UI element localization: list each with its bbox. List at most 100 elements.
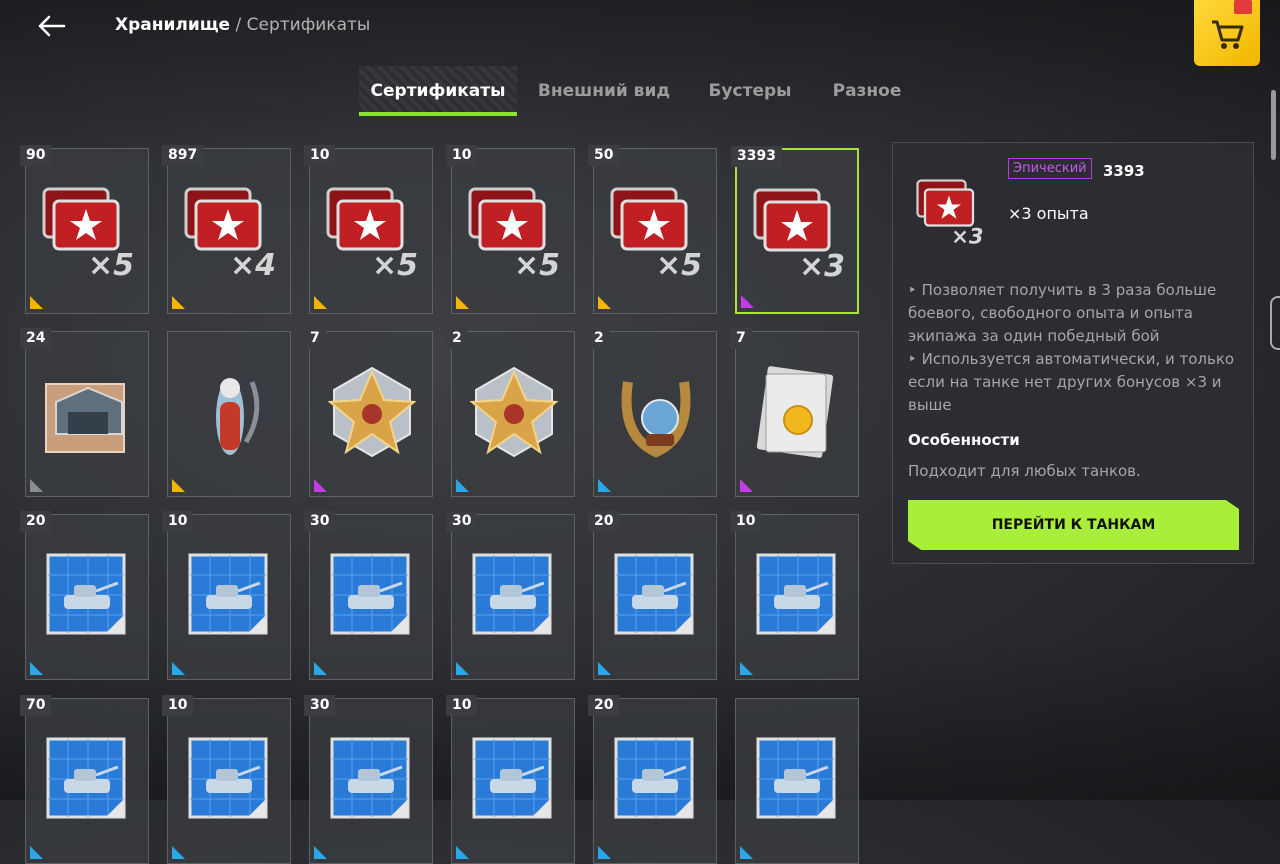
item-card[interactable]: 90 ×5 [20, 145, 149, 314]
item-card[interactable]: 7 [730, 328, 859, 497]
item-count: 30 [304, 695, 336, 716]
rarity-corner [172, 479, 185, 492]
item-card[interactable]: 10 [446, 695, 575, 864]
go-to-tanks-button[interactable]: ПЕРЕЙТИ К ТАНКАМ [908, 500, 1239, 550]
item-card[interactable]: 30 [304, 695, 433, 864]
rarity-corner [598, 662, 611, 675]
rarity-corner [598, 846, 611, 859]
item-count: 2 [446, 328, 468, 349]
tank-blueprint-icon [614, 737, 694, 819]
multiplier-label: ×5 [514, 248, 560, 279]
tank-blueprint-icon [188, 553, 268, 635]
item-count: 7 [304, 328, 326, 349]
item-card[interactable]: 7 [304, 328, 433, 497]
description-line-1: ‣ Позволяет получить в 3 раза больше бое… [908, 281, 1217, 345]
rarity-corner [741, 295, 754, 308]
breadcrumb: Хранилище / Сертификаты [115, 15, 370, 35]
item-card[interactable] [167, 331, 291, 497]
item-card[interactable]: 50 ×5 [588, 145, 717, 314]
multiplier-label: ×5 [88, 248, 134, 279]
rarity-corner [740, 846, 753, 859]
item-card[interactable]: 20 [20, 511, 149, 680]
tab-boosters[interactable]: Бустеры [695, 66, 805, 116]
item-count: 897 [162, 145, 204, 166]
rarity-corner [314, 296, 327, 309]
back-button[interactable] [30, 10, 70, 42]
shop-button[interactable] [1194, 0, 1260, 66]
features-heading: Особенности [908, 431, 1020, 449]
rarity-corner [598, 296, 611, 309]
garage-slot-icon [45, 383, 125, 453]
item-description: ‣ Позволяет получить в 3 раза больше бое… [908, 279, 1248, 417]
xp-cards-icon: ×4 [184, 187, 276, 279]
xp-cards-icon: ×5 [610, 187, 702, 279]
item-title: ×3 опыта [1008, 204, 1089, 223]
item-card[interactable]: 70 [20, 695, 149, 864]
tank-blueprint-icon [46, 737, 126, 819]
item-count: 7 [730, 328, 752, 349]
item-card[interactable]: 30 [446, 511, 575, 680]
rarity-corner [30, 662, 43, 675]
tab-misc[interactable]: Разное [822, 66, 912, 116]
tank-blueprint-icon [330, 553, 410, 635]
item-count: 30 [304, 511, 336, 532]
tank-blueprint-icon [756, 737, 836, 819]
scrollbar[interactable] [1271, 90, 1276, 160]
item-card[interactable] [735, 698, 859, 864]
item-count: 10 [162, 511, 194, 532]
item-count: 90 [20, 145, 52, 166]
item-count: 70 [20, 695, 52, 716]
santa-figure-icon [216, 378, 260, 455]
item-count: 10 [446, 145, 478, 166]
item-card[interactable]: 20 [588, 695, 717, 864]
xp-cards-icon: ×5 [468, 187, 560, 279]
breadcrumb-sub: Сертификаты [246, 15, 371, 35]
item-count: 10 [446, 695, 478, 716]
gold-star-medal-icon [327, 366, 417, 458]
tank-blueprint-icon [756, 553, 836, 635]
rarity-corner [314, 662, 327, 675]
rarity-corner [456, 479, 469, 492]
multiplier-label: ×5 [372, 248, 418, 279]
gold-star-medal-icon [469, 366, 559, 458]
multiplier-label: ×3 [799, 249, 845, 280]
item-card[interactable]: 10 [730, 511, 859, 680]
rarity-corner [740, 662, 753, 675]
xp-cards-icon: ×3 [916, 179, 984, 249]
detail-icon-multiplier: ×3 [951, 225, 983, 249]
item-card[interactable]: 24 [20, 328, 149, 497]
item-count: 10 [730, 511, 762, 532]
tank-blueprint-icon [330, 737, 410, 819]
item-card[interactable]: 2 [588, 328, 717, 497]
item-card[interactable]: 3393 ×3 [731, 146, 859, 314]
rarity-corner [314, 479, 327, 492]
item-card[interactable]: 2 [446, 328, 575, 497]
rarity-corner [30, 846, 43, 859]
item-quantity: 3393 [1103, 162, 1145, 180]
rarity-corner [172, 662, 185, 675]
item-card[interactable]: 897 ×4 [162, 145, 291, 314]
item-card[interactable]: 10 [162, 695, 291, 864]
tank-blueprint-icon [46, 553, 126, 635]
item-card[interactable]: 10 [162, 511, 291, 680]
item-card[interactable]: 10 ×5 [446, 145, 575, 314]
rarity-badge: Эпический [1008, 158, 1092, 179]
item-card[interactable]: 30 [304, 511, 433, 680]
item-card[interactable]: 10 ×5 [304, 145, 433, 314]
item-count: 20 [20, 511, 52, 532]
side-panel-handle[interactable] [1270, 296, 1280, 350]
tank-blueprint-icon [614, 553, 694, 635]
rarity-corner [456, 662, 469, 675]
tab-certificates[interactable]: Сертификаты [359, 66, 517, 116]
item-count: 20 [588, 511, 620, 532]
item-count: 24 [20, 328, 52, 349]
features-text: Подходит для любых танков. [908, 462, 1141, 480]
rarity-corner [456, 296, 469, 309]
rarity-corner [172, 846, 185, 859]
tab-appearance[interactable]: Внешний вид [530, 66, 678, 116]
description-line-2: ‣ Используется автоматически, и только е… [908, 350, 1235, 414]
horseshoe-globe-icon [621, 381, 691, 458]
item-count: 20 [588, 695, 620, 716]
breadcrumb-separator: / [235, 15, 242, 35]
item-card[interactable]: 20 [588, 511, 717, 680]
